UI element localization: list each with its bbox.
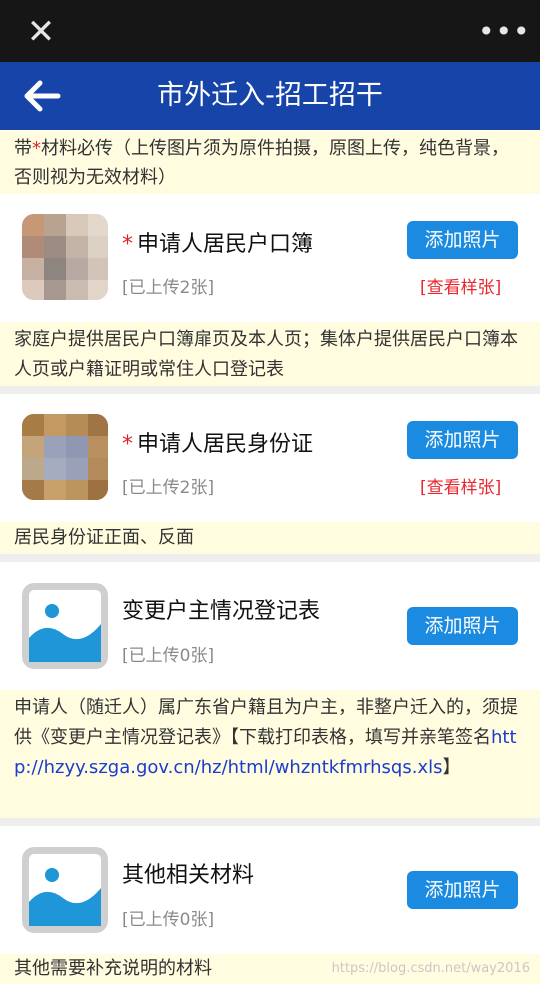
view-sample-link[interactable]: [查看样张] (420, 273, 501, 298)
image-placeholder-icon[interactable] (22, 847, 108, 933)
material-item-household-register: * 申请人居民户口簿 [已上传2张] 添加照片 [查看样张] (0, 194, 540, 322)
required-mark: * (122, 432, 133, 457)
add-photo-button[interactable]: 添加照片 (407, 871, 518, 909)
material-item-change-householder-form: 变更户主情况登记表 [已上传0张] 添加照片 (0, 562, 540, 690)
add-photo-button[interactable]: 添加照片 (407, 221, 518, 259)
material-name: * 申请人居民身份证 (122, 426, 313, 458)
section-divider (0, 554, 540, 562)
notice-prefix: 带 (14, 138, 32, 159)
material-description: 居民身份证正面、反面 (0, 522, 540, 554)
uploaded-photo-thumbnail[interactable] (22, 214, 108, 300)
material-item-id-card: * 申请人居民身份证 [已上传2张] 添加照片 [查看样张] (0, 394, 540, 522)
material-item-other: 其他相关材料 [已上传0张] 添加照片 (0, 826, 540, 954)
add-photo-button[interactable]: 添加照片 (407, 421, 518, 459)
uploaded-photo-thumbnail[interactable] (22, 414, 108, 500)
required-mark: * (122, 232, 133, 257)
upload-count: [已上传2张] (122, 478, 215, 498)
image-placeholder-icon[interactable] (22, 583, 108, 669)
view-sample-link[interactable]: [查看样张] (420, 473, 501, 498)
notice-star: * (32, 138, 41, 159)
upload-count: [已上传0张] (122, 910, 215, 930)
material-name-text: 申请人居民户口簿 (137, 232, 314, 257)
watermark: https://blog.csdn.net/way2016 (331, 961, 530, 976)
close-icon[interactable]: ✕ (22, 13, 60, 51)
section-divider (0, 818, 540, 826)
material-name-text: 申请人居民身份证 (137, 432, 314, 457)
description-text: 申请人（随迁人）属广东省户籍且为户主，非整户迁入的，须提供《变更户主情况登记表》… (14, 697, 518, 748)
description-tail: 】 (442, 757, 461, 778)
material-description: 家庭户提供居民户口簿扉页及本人页；集体户提供居民户口簿本人页或户籍证明或常住人口… (0, 322, 540, 386)
page-header: 市外迁入-招工招干 (0, 62, 540, 130)
more-icon[interactable]: ••• (478, 13, 530, 51)
notice-text: 材料必传（上传图片须为原件拍摄，原图上传，纯色背景，否则视为无效材料） (14, 138, 509, 188)
material-name: 变更户主情况登记表 (122, 599, 321, 624)
add-photo-button[interactable]: 添加照片 (407, 607, 518, 645)
page-title: 市外迁入-招工招干 (157, 80, 383, 111)
upload-notice: 带*材料必传（上传图片须为原件拍摄，原图上传，纯色背景，否则视为无效材料） (0, 130, 540, 194)
material-description: 申请人（随迁人）属广东省户籍且为户主，非整户迁入的，须提供《变更户主情况登记表》… (0, 690, 540, 818)
section-divider (0, 386, 540, 394)
material-name: * 申请人居民户口簿 (122, 226, 313, 258)
upload-count: [已上传2张] (122, 278, 215, 298)
material-name: 其他相关材料 (122, 863, 255, 888)
top-bar: ✕ ••• (0, 0, 540, 62)
upload-count: [已上传0张] (122, 646, 215, 666)
